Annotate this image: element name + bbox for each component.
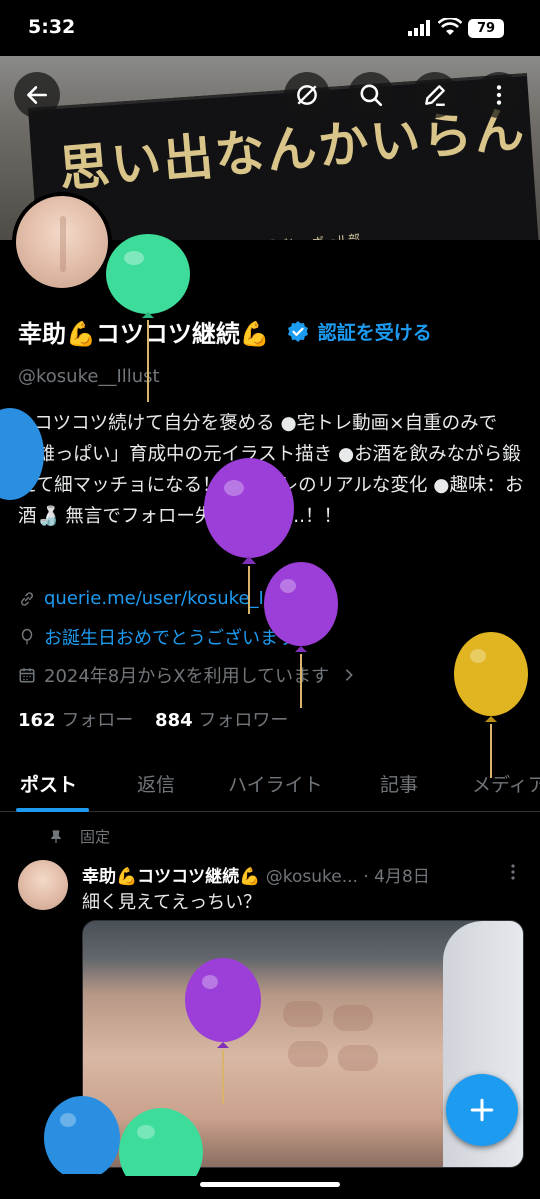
active-tab-indicator bbox=[16, 808, 89, 812]
compose-post-button[interactable] bbox=[446, 1074, 518, 1146]
image-detail bbox=[338, 1045, 378, 1071]
edit-icon bbox=[425, 85, 445, 106]
post-author-handle: @kosuke... bbox=[265, 867, 358, 887]
pinned-label: 固定 bbox=[80, 828, 111, 846]
tab-highlights[interactable]: ハイライト bbox=[228, 770, 323, 797]
link-icon bbox=[20, 591, 34, 606]
pinned-label-row: 固定 bbox=[48, 826, 110, 847]
back-button[interactable] bbox=[14, 72, 60, 118]
post-date: · 4月8日 bbox=[363, 867, 430, 887]
following-link[interactable]: 162 フォロー bbox=[18, 710, 133, 731]
name-row: 幸助💪コツコツ継続💪 認証を受ける bbox=[18, 314, 432, 349]
cell-signal-icon bbox=[408, 20, 430, 36]
chevron-right-icon bbox=[345, 669, 353, 681]
back-arrow-icon bbox=[27, 86, 47, 104]
get-verified-link[interactable]: 認証を受ける bbox=[318, 318, 432, 345]
post-header: 幸助💪コツコツ継続💪 @kosuke... · 4月8日 bbox=[82, 862, 502, 887]
following-count: 162 bbox=[18, 710, 56, 731]
followers-link[interactable]: 884 フォロワー bbox=[155, 710, 288, 731]
edit-button[interactable] bbox=[412, 72, 458, 118]
image-detail bbox=[288, 1041, 328, 1067]
more-button[interactable] bbox=[476, 72, 522, 118]
status-time: 5:32 bbox=[28, 16, 76, 38]
tab-posts[interactable]: ポスト bbox=[20, 770, 77, 797]
search-button[interactable] bbox=[348, 72, 394, 118]
post-author-avatar[interactable] bbox=[18, 860, 68, 910]
balloon-birthday-icon bbox=[21, 628, 33, 645]
post-author-name[interactable]: 幸助💪コツコツ継続💪 bbox=[82, 867, 260, 887]
image-detail bbox=[333, 1005, 373, 1031]
pin-icon bbox=[50, 829, 62, 843]
following-label: フォロー bbox=[61, 710, 134, 731]
follow-stats: 162 フォロー 884 フォロワー bbox=[18, 706, 288, 732]
home-indicator[interactable] bbox=[200, 1182, 340, 1187]
tab-articles[interactable]: 記事 bbox=[380, 770, 418, 797]
balloon-green bbox=[106, 234, 190, 402]
balloon-blue bbox=[44, 1096, 120, 1174]
post-more-icon[interactable] bbox=[505, 862, 521, 882]
wifi-icon bbox=[438, 18, 462, 35]
image-detail bbox=[283, 1001, 323, 1027]
tab-replies[interactable]: 返信 bbox=[137, 770, 175, 797]
grok-icon bbox=[297, 85, 317, 105]
verified-badge-icon bbox=[287, 320, 308, 342]
plus-icon bbox=[470, 1098, 494, 1122]
followers-label: フォロワー bbox=[198, 710, 289, 731]
grok-button[interactable] bbox=[284, 72, 330, 118]
post-text: 細く見えてえっちい？ bbox=[82, 892, 262, 913]
balloon-green bbox=[119, 1108, 203, 1176]
balloon-purple bbox=[264, 562, 338, 708]
search-icon bbox=[360, 84, 383, 107]
battery-indicator: 79 bbox=[468, 19, 504, 38]
balloon-purple bbox=[185, 958, 261, 1104]
calendar-icon bbox=[19, 668, 35, 683]
balloon-blue bbox=[0, 408, 44, 500]
status-bar: 5:32 79 bbox=[0, 0, 540, 56]
followers-count: 884 bbox=[155, 710, 193, 731]
profile-avatar[interactable] bbox=[12, 192, 112, 292]
more-vertical-icon bbox=[496, 85, 502, 105]
balloon-gold bbox=[454, 632, 528, 778]
